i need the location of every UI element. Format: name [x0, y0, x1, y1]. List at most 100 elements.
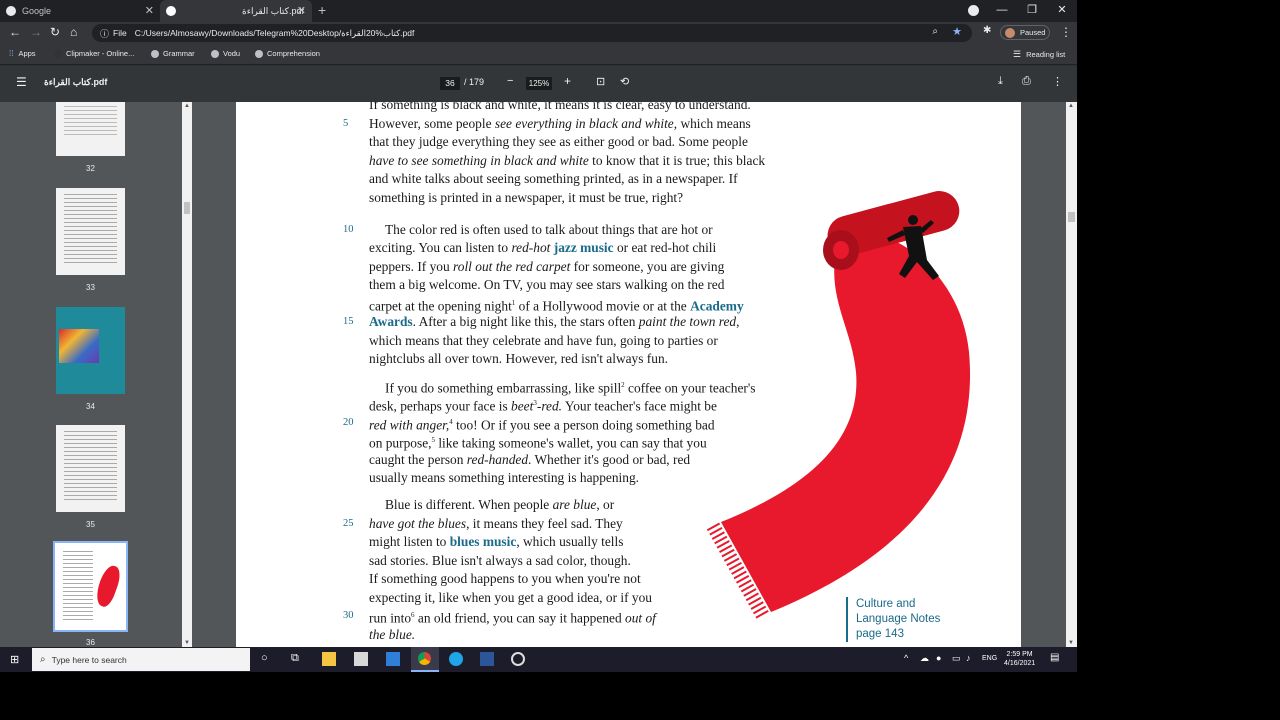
tab-search-icon[interactable]	[968, 5, 979, 16]
pdf-title: كتاب القراءة.pdf	[44, 77, 108, 87]
notifications-icon[interactable]: ▤	[1050, 652, 1059, 663]
globe-icon	[211, 49, 219, 58]
zoom-icon[interactable]: ⌕	[932, 26, 938, 37]
thumbnail-page-33[interactable]	[56, 188, 125, 275]
bookmark-label: Apps	[18, 49, 36, 58]
text-line: Awards. After a big night like this, the…	[369, 314, 740, 329]
zoom-out-button[interactable]: −	[507, 75, 513, 87]
profile-status: Paused	[1020, 28, 1046, 37]
address-bar[interactable]: ⓘ File C:/Users/Almosawy/Downloads/Teleg…	[92, 24, 972, 42]
search-placeholder: Type here to search	[51, 654, 127, 665]
line-number: 5	[343, 118, 349, 129]
language-indicator[interactable]: ENG	[982, 655, 997, 662]
carpet-roll-core	[833, 241, 849, 259]
close-window-button[interactable]: ✕	[1048, 0, 1076, 20]
download-icon[interactable]: ⤓	[998, 75, 1003, 88]
menu-hamburger-icon[interactable]: ☰	[16, 75, 27, 89]
forward-button[interactable]: →	[30, 25, 42, 39]
glossary-link-blues-music: blues music	[449, 534, 517, 549]
bookmark-star-icon[interactable]: ★	[952, 25, 962, 38]
home-button[interactable]: ⌂	[70, 25, 77, 39]
more-options-icon[interactable]: ⋮	[1052, 75, 1063, 88]
apps-grid-icon: ⁞⁞	[9, 49, 14, 58]
minimize-button[interactable]: —	[988, 0, 1016, 20]
text-line: that they judge everything they see as e…	[369, 134, 748, 149]
text-line: usually means something interesting is h…	[369, 470, 640, 485]
print-icon[interactable]: ⎙	[1022, 75, 1031, 88]
restore-button[interactable]: ❐	[1018, 0, 1046, 20]
carpet-body	[721, 230, 971, 613]
line-number: 30	[343, 610, 354, 621]
fit-page-icon[interactable]: ⊡	[596, 75, 605, 88]
back-button[interactable]: ←	[9, 25, 21, 39]
culture-notes-callout: Culture and Language Notes page 143	[846, 597, 940, 642]
text-line: desk, perhaps your face is beet3-red. Yo…	[369, 398, 717, 414]
onedrive-icon[interactable]: ☁	[920, 653, 929, 664]
rotate-icon[interactable]: ⟲	[620, 75, 629, 88]
zoom-in-button[interactable]: +	[564, 74, 571, 88]
text-line: run into6 an old friend, you can say it …	[369, 610, 656, 626]
text-line: If something is black and white, it mean…	[369, 102, 751, 112]
glossary-link-jazz-music: jazz music	[553, 240, 614, 255]
extensions-icon[interactable]: ✱	[983, 25, 991, 36]
bookmark-grammar[interactable]: Grammar	[151, 49, 195, 58]
thumbnail-page-35[interactable]	[56, 425, 125, 512]
chrome-taskbar-button[interactable]	[411, 647, 439, 672]
text-line: which means that they celebrate and have…	[369, 333, 718, 348]
close-tab-icon[interactable]: ✕	[297, 4, 306, 17]
search-icon: ⌕	[40, 654, 46, 665]
show-hidden-icons-button[interactable]: ^	[904, 653, 908, 663]
bookmark-label: Vodu	[223, 49, 241, 58]
address-scheme: File	[113, 28, 127, 38]
profile-button[interactable]: Paused	[1000, 25, 1050, 40]
tab-google[interactable]: Google ✕	[0, 0, 160, 22]
thumbnail-page-34[interactable]	[56, 307, 125, 394]
windows-start-icon[interactable]: ⊞	[10, 653, 19, 666]
thumbnail-page-36[interactable]	[53, 541, 128, 632]
clock-time: 2:59 PM	[1006, 651, 1033, 658]
store-icon[interactable]	[354, 652, 368, 666]
zoom-level-input[interactable]: 125%	[526, 77, 552, 90]
thumbnail-label: 36	[86, 638, 95, 647]
menu-icon[interactable]: ⋮	[1060, 25, 1072, 39]
main-scrollbar[interactable]: ▲ ▼	[1066, 102, 1077, 647]
bookmarks-bar: ⁞⁞ Apps Clipmaker - Online... Grammar Vo…	[0, 44, 1077, 65]
reading-list-button[interactable]: ☰ Reading list	[1013, 49, 1065, 60]
line-number: 25	[343, 518, 354, 529]
taskbar-search-input[interactable]: ⌕ Type here to search	[32, 648, 250, 671]
new-tab-button[interactable]: +	[318, 2, 326, 18]
text-line: and white talks about seeing something p…	[369, 171, 738, 186]
tab-pdf[interactable]: كتاب القراءة.pdf ✕	[160, 0, 312, 22]
tab-label: Google	[22, 6, 52, 16]
globe-icon	[166, 6, 176, 16]
text-line: peppers. If you roll out the red carpet …	[369, 259, 725, 274]
word-icon[interactable]	[480, 652, 494, 666]
task-view-icon[interactable]: ⧉	[291, 652, 299, 665]
volume-icon[interactable]: ♪	[966, 653, 971, 663]
thumbnail-page-32[interactable]	[56, 102, 125, 156]
close-tab-icon[interactable]: ✕	[145, 4, 154, 17]
app-icon[interactable]	[511, 652, 525, 666]
text-line: The color red is often used to talk abou…	[385, 222, 713, 237]
text-line: caught the person red-handed. Whether it…	[369, 452, 691, 467]
clock-date: 4/16/2021	[1004, 660, 1036, 667]
bookmark-apps[interactable]: ⁞⁞ Apps	[9, 49, 36, 58]
tab-label: كتاب القراءة.pdf	[242, 5, 304, 16]
bookmark-vodu[interactable]: Vodu	[211, 49, 240, 58]
page-number-input[interactable]: 36	[440, 77, 460, 90]
sidebar-scrollbar[interactable]: ▲ ▼	[182, 102, 192, 647]
edge-icon[interactable]	[449, 652, 463, 666]
text-line: If something good happens to you when yo…	[369, 571, 641, 586]
reload-button[interactable]: ↻	[50, 25, 60, 39]
file-explorer-icon[interactable]	[322, 652, 336, 666]
cortana-icon[interactable]: ○	[261, 652, 268, 664]
thumbnail-label: 34	[86, 402, 95, 411]
bookmark-clipmaker[interactable]: Clipmaker - Online...	[54, 49, 134, 58]
network-icon[interactable]: ▭	[952, 653, 961, 664]
bookmark-comprehension[interactable]: Comprehension	[255, 49, 320, 58]
glossary-link-academy-awards: Awards	[369, 314, 413, 329]
screen: Google ✕ كتاب القراءة.pdf ✕ + — ❐ ✕ ← → …	[0, 0, 1077, 672]
mail-icon[interactable]	[386, 652, 400, 666]
microphone-icon[interactable]: ●	[936, 653, 941, 663]
clock[interactable]: 2:59 PM 4/16/2021	[1004, 650, 1035, 668]
